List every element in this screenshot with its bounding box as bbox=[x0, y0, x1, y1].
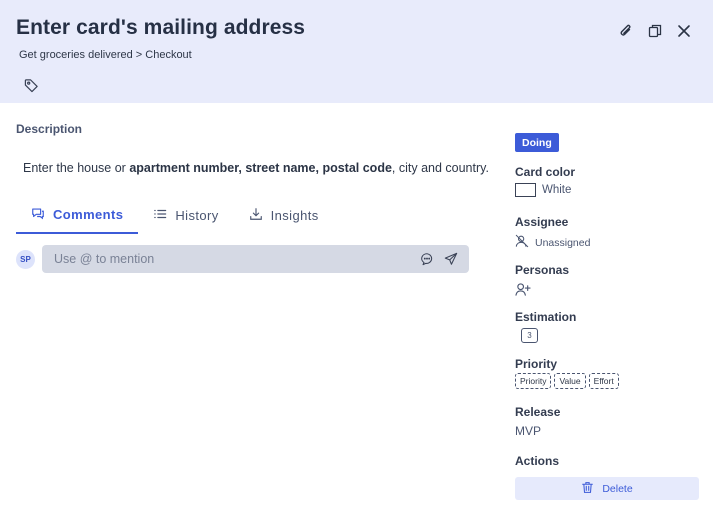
release-value[interactable]: MVP bbox=[515, 424, 541, 438]
estimation-field[interactable]: 3 bbox=[515, 328, 538, 343]
priority-label: Priority bbox=[515, 357, 558, 371]
copy-icon[interactable] bbox=[645, 21, 664, 40]
card-color-label: Card color bbox=[515, 165, 576, 179]
actions-label: Actions bbox=[515, 454, 560, 468]
assignee-label: Assignee bbox=[515, 215, 569, 229]
description-part: , city and country. bbox=[391, 161, 489, 175]
send-icon[interactable] bbox=[443, 251, 459, 267]
personas-label: Personas bbox=[515, 263, 570, 277]
value-chip[interactable]: Value bbox=[554, 373, 586, 389]
tab-history[interactable]: History bbox=[138, 196, 233, 234]
description-text[interactable]: Enter the house or apartment number, str… bbox=[23, 161, 489, 175]
tab-insights[interactable]: Insights bbox=[234, 196, 334, 234]
comment-box bbox=[42, 245, 469, 273]
comment-input[interactable] bbox=[54, 252, 411, 266]
list-icon bbox=[153, 207, 167, 224]
emoji-comment-icon[interactable] bbox=[419, 251, 435, 267]
tab-label: History bbox=[175, 207, 219, 223]
card-header: Enter card's mailing address Get groceri… bbox=[0, 0, 713, 103]
activity-tabs: Comments History Insights bbox=[16, 196, 334, 234]
effort-chip[interactable]: Effort bbox=[588, 373, 619, 389]
description-part-bold: apartment number, street name, postal co… bbox=[129, 161, 392, 175]
assignee-field[interactable]: Unassigned bbox=[515, 234, 590, 251]
delete-button[interactable]: Delete bbox=[515, 477, 699, 500]
trash-icon bbox=[581, 481, 594, 497]
add-persona-icon[interactable] bbox=[515, 282, 531, 297]
estimation-label: Estimation bbox=[515, 310, 577, 324]
card-color-field[interactable]: White bbox=[515, 183, 571, 197]
breadcrumb[interactable]: Get groceries delivered > Checkout bbox=[19, 49, 192, 61]
tab-comments[interactable]: Comments bbox=[16, 196, 139, 234]
delete-label: Delete bbox=[602, 482, 633, 495]
download-icon bbox=[249, 207, 263, 224]
color-swatch bbox=[515, 183, 536, 197]
tab-label: Insights bbox=[270, 207, 319, 223]
description-part: Enter the house or bbox=[23, 161, 130, 175]
comment-icon bbox=[31, 206, 45, 223]
card-color-value: White bbox=[542, 184, 572, 196]
priority-chip[interactable]: Priority bbox=[515, 373, 552, 389]
estimation-value: 3 bbox=[521, 328, 538, 343]
card-title[interactable]: Enter card's mailing address bbox=[16, 16, 305, 40]
priority-chips: Priority Value Effort bbox=[515, 373, 619, 389]
assignee-value: Unassigned bbox=[535, 236, 591, 249]
release-label: Release bbox=[515, 405, 561, 419]
close-icon[interactable] bbox=[674, 21, 693, 40]
tag-icon[interactable] bbox=[22, 76, 40, 94]
avatar: SP bbox=[16, 250, 35, 269]
paperclip-icon[interactable] bbox=[616, 21, 635, 40]
tab-label: Comments bbox=[53, 206, 124, 222]
description-label: Description bbox=[16, 122, 83, 136]
status-badge[interactable]: Doing bbox=[515, 133, 559, 152]
unassigned-user-icon bbox=[515, 234, 529, 251]
